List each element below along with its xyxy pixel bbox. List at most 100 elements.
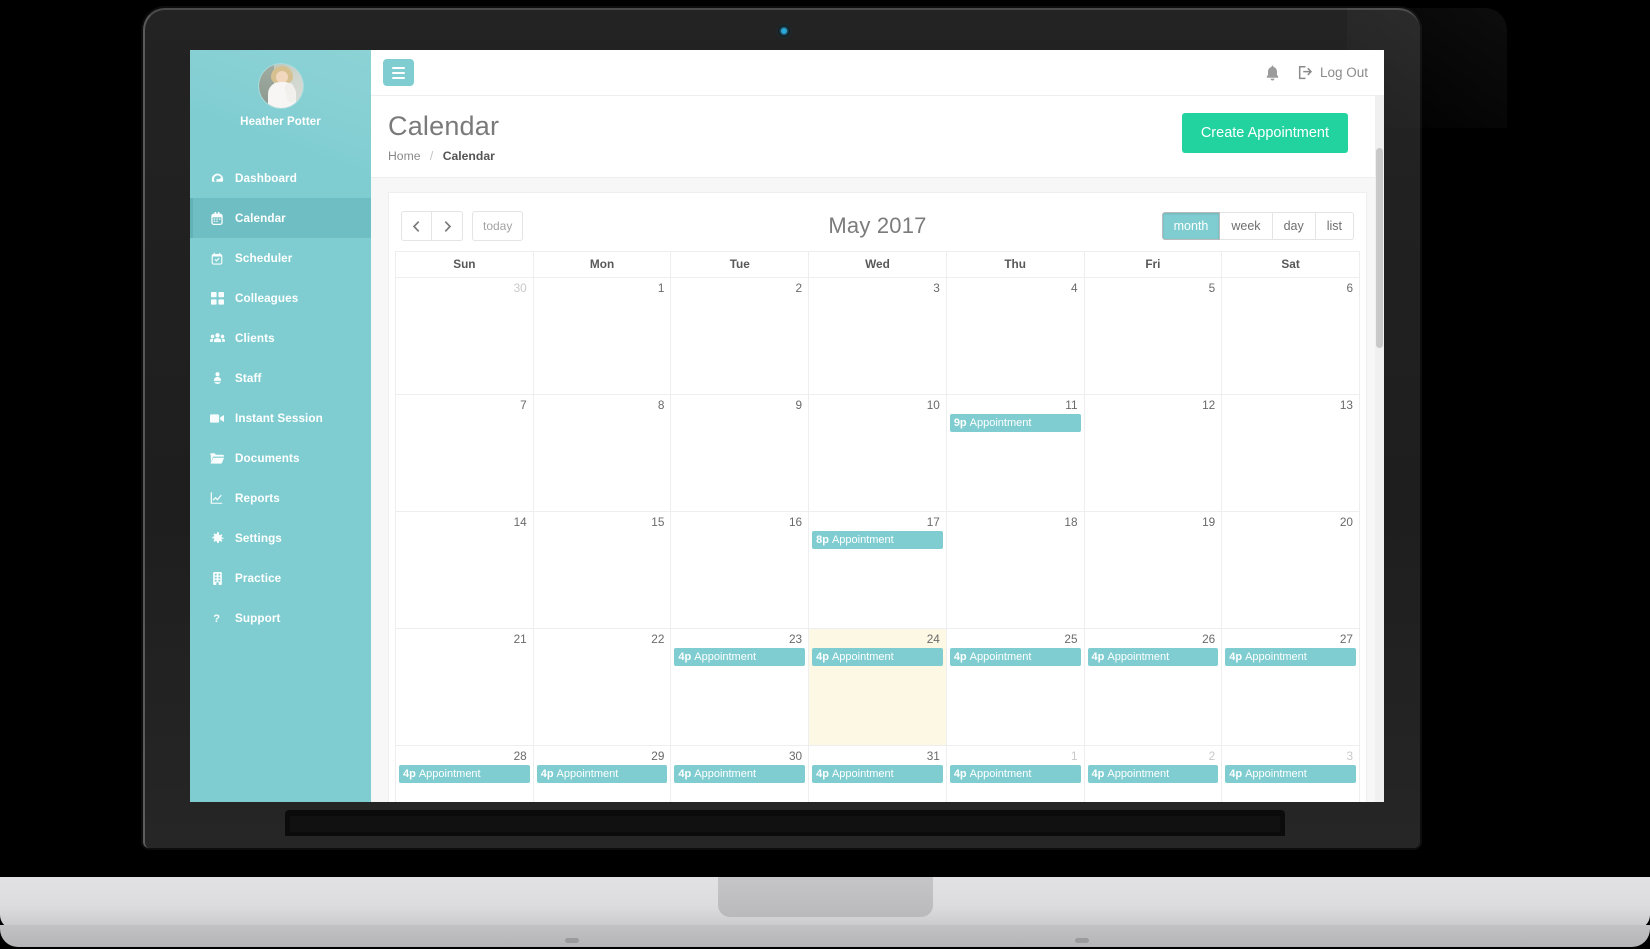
day-number: 27 bbox=[1339, 632, 1353, 647]
sidebar-item-dashboard[interactable]: Dashboard bbox=[190, 158, 371, 198]
calendar-event[interactable]: 4p Appointment bbox=[949, 765, 1081, 784]
scrollbar-track[interactable] bbox=[1375, 96, 1384, 802]
laptop-hinge-inner bbox=[290, 816, 1280, 832]
question-mark-icon: ? bbox=[207, 612, 227, 625]
calendar-day-cell[interactable]: 9 bbox=[670, 394, 810, 513]
sidebar-item-reports[interactable]: Reports bbox=[190, 478, 371, 518]
calendar-event[interactable]: 9p Appointment bbox=[949, 414, 1081, 433]
sidebar-item-settings[interactable]: Settings bbox=[190, 518, 371, 558]
calendar-day-cell[interactable]: 27 4p Appointment bbox=[1221, 628, 1360, 747]
scrollbar-thumb[interactable] bbox=[1376, 148, 1383, 348]
event-title: Appointment bbox=[694, 651, 757, 664]
calendar-day-cell[interactable]: 12 bbox=[1083, 394, 1223, 513]
calendar-day-cell[interactable]: 1 4p Appointment bbox=[945, 745, 1085, 802]
calendar-event[interactable]: 8p Appointment bbox=[812, 531, 943, 550]
view-button-list[interactable]: list bbox=[1315, 212, 1354, 241]
day-number: 26 bbox=[1202, 632, 1216, 647]
sidebar-item-documents[interactable]: Documents bbox=[190, 438, 371, 478]
breadcrumb-home[interactable]: Home bbox=[388, 149, 421, 163]
calendar-day-cell[interactable]: 15 bbox=[532, 511, 672, 630]
logout-button[interactable]: Log Out bbox=[1298, 65, 1368, 80]
calendar-day-cell[interactable]: 23 4p Appointment bbox=[670, 628, 810, 747]
event-time: 4p bbox=[540, 768, 554, 781]
sidebar-item-colleagues[interactable]: Colleagues bbox=[190, 278, 371, 318]
hamburger-icon[interactable] bbox=[383, 59, 414, 86]
calendar-event[interactable]: 4p Appointment bbox=[536, 765, 668, 784]
view-button-day[interactable]: day bbox=[1272, 212, 1316, 241]
calendar-event[interactable]: 4p Appointment bbox=[949, 648, 1081, 667]
calendar-day-cell[interactable]: 13 bbox=[1221, 394, 1360, 513]
calendar-day-cell[interactable]: 11 9p Appointment bbox=[945, 394, 1085, 513]
bell-icon[interactable] bbox=[1265, 65, 1280, 81]
sidebar-item-support[interactable]: ? Support bbox=[190, 598, 371, 638]
event-time: 4p bbox=[953, 768, 967, 781]
event-title: Appointment bbox=[831, 534, 894, 547]
calendar-event[interactable]: 4p Appointment bbox=[812, 648, 943, 667]
calendar-day-cell[interactable]: 4 bbox=[945, 277, 1085, 396]
calendar-day-cell[interactable]: 16 bbox=[670, 511, 810, 630]
calendar-day-cell[interactable]: 30 bbox=[395, 277, 534, 396]
view-button-week[interactable]: week bbox=[1220, 212, 1273, 241]
calendar-day-cell[interactable]: 7 bbox=[395, 394, 534, 513]
calendar-day-cell[interactable]: 18 bbox=[945, 511, 1085, 630]
calendar-day-cell[interactable]: 8 bbox=[532, 394, 672, 513]
view-button-month[interactable]: month bbox=[1161, 212, 1221, 241]
sidebar-item-scheduler[interactable]: Scheduler bbox=[190, 238, 371, 278]
breadcrumb-separator: / bbox=[429, 149, 434, 164]
calendar-weekday-header: Sun Mon Tue Wed Thu Fri Sat bbox=[395, 251, 1360, 279]
calendar-day-cell[interactable]: 26 4p Appointment bbox=[1083, 628, 1223, 747]
event-title: Appointment bbox=[556, 768, 619, 781]
sidebar-item-label: Documents bbox=[235, 451, 300, 465]
calendar-event[interactable]: 4p Appointment bbox=[1225, 648, 1356, 667]
calendar-day-cell[interactable]: 10 bbox=[808, 394, 947, 513]
calendar-day-cell[interactable]: 5 bbox=[1083, 277, 1223, 396]
webcam-indicator-icon bbox=[781, 28, 787, 34]
calendar-event[interactable]: 4p Appointment bbox=[399, 765, 530, 784]
laptop-base-notch bbox=[718, 877, 933, 917]
sidebar-profile[interactable]: Heather Potter bbox=[190, 50, 371, 148]
event-title: Appointment bbox=[418, 768, 481, 781]
calendar-day-cell[interactable]: 29 4p Appointment bbox=[532, 745, 672, 802]
day-number: 16 bbox=[788, 515, 803, 530]
calendar-event[interactable]: 4p Appointment bbox=[1087, 765, 1219, 784]
weekday-header-mon: Mon bbox=[532, 251, 672, 279]
sidebar-item-staff[interactable]: Staff bbox=[190, 358, 371, 398]
calendar-day-cell[interactable]: 3 bbox=[808, 277, 947, 396]
calendar-day-cell[interactable]: 24 4p Appointment bbox=[808, 628, 947, 747]
calendar-day-cell[interactable]: 22 bbox=[532, 628, 672, 747]
calendar-event[interactable]: 4p Appointment bbox=[674, 648, 806, 667]
calendar-event[interactable]: 4p Appointment bbox=[1225, 765, 1356, 784]
calendar-day-cell[interactable]: 14 bbox=[395, 511, 534, 630]
calendar-day-cell[interactable]: 19 bbox=[1083, 511, 1223, 630]
sidebar-item-calendar[interactable]: Calendar bbox=[190, 198, 371, 238]
sidebar-item-clients[interactable]: Clients bbox=[190, 318, 371, 358]
calendar-day-cell[interactable]: 3 4p Appointment bbox=[1221, 745, 1360, 802]
calendar-event[interactable]: 4p Appointment bbox=[1087, 648, 1219, 667]
calendar-day-cell[interactable]: 2 bbox=[670, 277, 810, 396]
calendar-event[interactable]: 4p Appointment bbox=[812, 765, 943, 784]
staff-icon bbox=[207, 371, 227, 385]
day-number: 3 bbox=[1346, 749, 1353, 764]
day-number: 23 bbox=[788, 632, 803, 647]
calendar-event[interactable]: 4p Appointment bbox=[674, 765, 806, 784]
calendar-day-cell[interactable]: 2 4p Appointment bbox=[1083, 745, 1223, 802]
calendar-day-cell[interactable]: 20 bbox=[1221, 511, 1360, 630]
calendar-day-cell[interactable]: 30 4p Appointment bbox=[670, 745, 810, 802]
calendar-week-row: 21 22 23 4p Appointment 24 4p Appointment 25 4p Ap… bbox=[395, 628, 1360, 747]
day-number: 8 bbox=[657, 398, 665, 413]
day-number: 2 bbox=[795, 281, 803, 296]
day-number: 2 bbox=[1208, 749, 1216, 764]
calendar-day-cell[interactable]: 17 8p Appointment bbox=[808, 511, 947, 630]
day-number: 1 bbox=[657, 281, 665, 296]
create-appointment-button[interactable]: Create Appointment bbox=[1181, 113, 1348, 153]
sidebar-item-label: Colleagues bbox=[235, 291, 299, 305]
sidebar-item-practice[interactable]: Practice bbox=[190, 558, 371, 598]
calendar-day-cell[interactable]: 25 4p Appointment bbox=[945, 628, 1085, 747]
calendar-day-cell[interactable]: 1 bbox=[532, 277, 672, 396]
calendar-day-cell[interactable]: 21 bbox=[395, 628, 534, 747]
calendar-day-cell[interactable]: 28 4p Appointment bbox=[395, 745, 534, 802]
calendar-day-cell[interactable]: 31 4p Appointment bbox=[808, 745, 947, 802]
calendar-wrapper: today May 2017 month week day list Sun Mon Tu… bbox=[371, 178, 1384, 802]
sidebar-item-instant-session[interactable]: Instant Session bbox=[190, 398, 371, 438]
calendar-day-cell[interactable]: 6 bbox=[1221, 277, 1360, 396]
